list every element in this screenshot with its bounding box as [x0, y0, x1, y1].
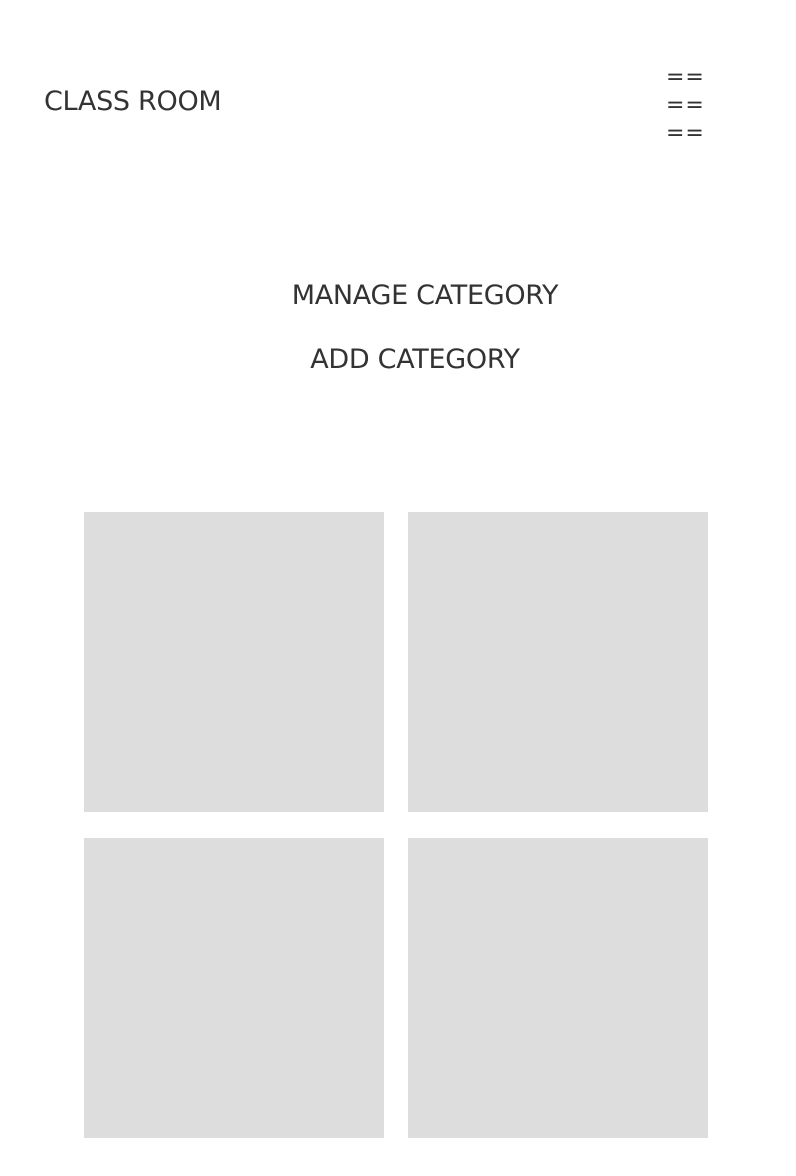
brand-title[interactable]: CLASS ROOM — [44, 86, 222, 117]
page: CLASS ROOM == == == MANAGE CATEGORY ADD … — [0, 0, 796, 1176]
menu-icon-row: == — [666, 121, 705, 146]
add-category-link[interactable]: ADD CATEGORY — [0, 344, 796, 375]
category-tile[interactable] — [408, 838, 708, 1138]
category-tile[interactable] — [84, 838, 384, 1138]
category-tile[interactable] — [408, 512, 708, 812]
hamburger-icon[interactable]: == == == — [666, 64, 705, 146]
category-tile[interactable] — [84, 512, 384, 812]
page-title: MANAGE CATEGORY — [291, 280, 559, 311]
menu-icon-row: == — [666, 65, 705, 90]
menu-icon-row: == — [666, 93, 705, 118]
